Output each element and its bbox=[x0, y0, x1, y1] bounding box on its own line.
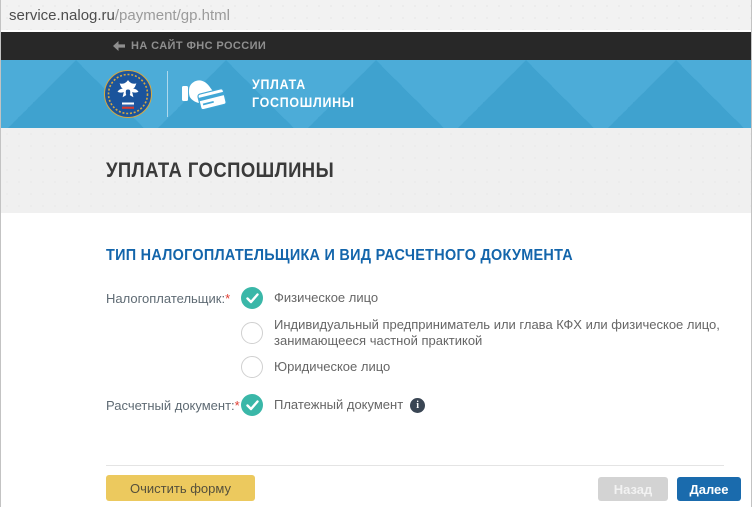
radio-selected-check-icon[interactable] bbox=[241, 394, 263, 417]
banner-title-line1: УПЛАТА bbox=[252, 77, 306, 93]
taxpayer-row: Налогоплательщик:* Физическое лицо Индиви… bbox=[106, 287, 751, 386]
radio-option[interactable]: Юридическое лицо bbox=[241, 356, 751, 379]
radio-selected-check-icon[interactable] bbox=[241, 287, 263, 309]
form-section-title: ТИП НАЛОГОПЛАТЕЛЬЩИКА И ВИД РАСЧЕТНОГО Д… bbox=[106, 247, 573, 264]
page-title: УПЛАТА ГОСПОШЛИНЫ bbox=[106, 158, 335, 182]
taxpayer-label: Налогоплательщик:* bbox=[106, 291, 231, 306]
banner-title-line2: ГОСПОШЛИНЫ bbox=[252, 95, 355, 110]
required-asterisk: * bbox=[225, 291, 231, 306]
page: service.nalog.ru/payment/gp.html НА САЙТ… bbox=[0, 0, 752, 507]
radio-option[interactable]: Физическое лицо bbox=[241, 287, 751, 309]
banner-divider bbox=[167, 71, 168, 117]
banner-service-title: УПЛАТА ГОСПОШЛИНЫ bbox=[252, 76, 355, 111]
next-button[interactable]: Далее bbox=[677, 477, 741, 501]
radio-unselected-icon[interactable] bbox=[241, 321, 263, 344]
actions-footer: Очистить форму Назад Далее bbox=[1, 475, 751, 501]
radio-option-label[interactable]: Юридическое лицо bbox=[274, 359, 390, 375]
back-link-label: НА САЙТ ФНС РОССИИ bbox=[131, 40, 267, 52]
radio-unselected-icon[interactable] bbox=[241, 356, 263, 379]
back-to-fns-site-link[interactable]: НА САЙТ ФНС РОССИИ bbox=[113, 40, 266, 52]
back-button[interactable]: Назад bbox=[598, 477, 668, 501]
left-arrow-icon bbox=[113, 41, 125, 51]
form-content: ТИП НАЛОГОПЛАТЕЛЬЩИКА И ВИД РАСЧЕТНОГО Д… bbox=[1, 213, 751, 507]
document-label: Расчетный документ:* bbox=[106, 398, 240, 414]
service-banner: УПЛАТА ГОСПОШЛИНЫ bbox=[1, 60, 751, 128]
radio-option[interactable]: Индивидуальный предприниматель или глава… bbox=[241, 317, 751, 348]
top-bar: НА САЙТ ФНС РОССИИ bbox=[1, 32, 751, 60]
page-heading-strip: УПЛАТА ГОСПОШЛИНЫ bbox=[1, 128, 751, 213]
url-host: service.nalog.ru bbox=[9, 6, 115, 24]
url-path: /payment/gp.html bbox=[114, 6, 230, 24]
radio-option[interactable]: Платежный документ i bbox=[241, 394, 751, 417]
info-icon[interactable]: i bbox=[410, 397, 426, 413]
section-divider bbox=[106, 465, 724, 467]
browser-address-bar[interactable]: service.nalog.ru/payment/gp.html bbox=[1, 0, 751, 32]
radio-option-label[interactable]: Индивидуальный предприниматель или глава… bbox=[274, 317, 751, 348]
radio-option-label[interactable]: Платежный документ bbox=[274, 397, 403, 413]
required-asterisk: * bbox=[234, 398, 240, 414]
radio-option-label[interactable]: Физическое лицо bbox=[274, 290, 378, 306]
taxpayer-options: Физическое лицо Индивидуальный предприним… bbox=[241, 287, 751, 386]
document-options: Платежный документ i bbox=[241, 394, 751, 424]
fns-emblem-icon bbox=[104, 70, 152, 118]
payment-card-in-hand-icon bbox=[182, 80, 227, 111]
document-row: Расчетный документ:* Платежный документ i bbox=[106, 394, 751, 424]
clear-form-button[interactable]: Очистить форму bbox=[106, 475, 255, 501]
